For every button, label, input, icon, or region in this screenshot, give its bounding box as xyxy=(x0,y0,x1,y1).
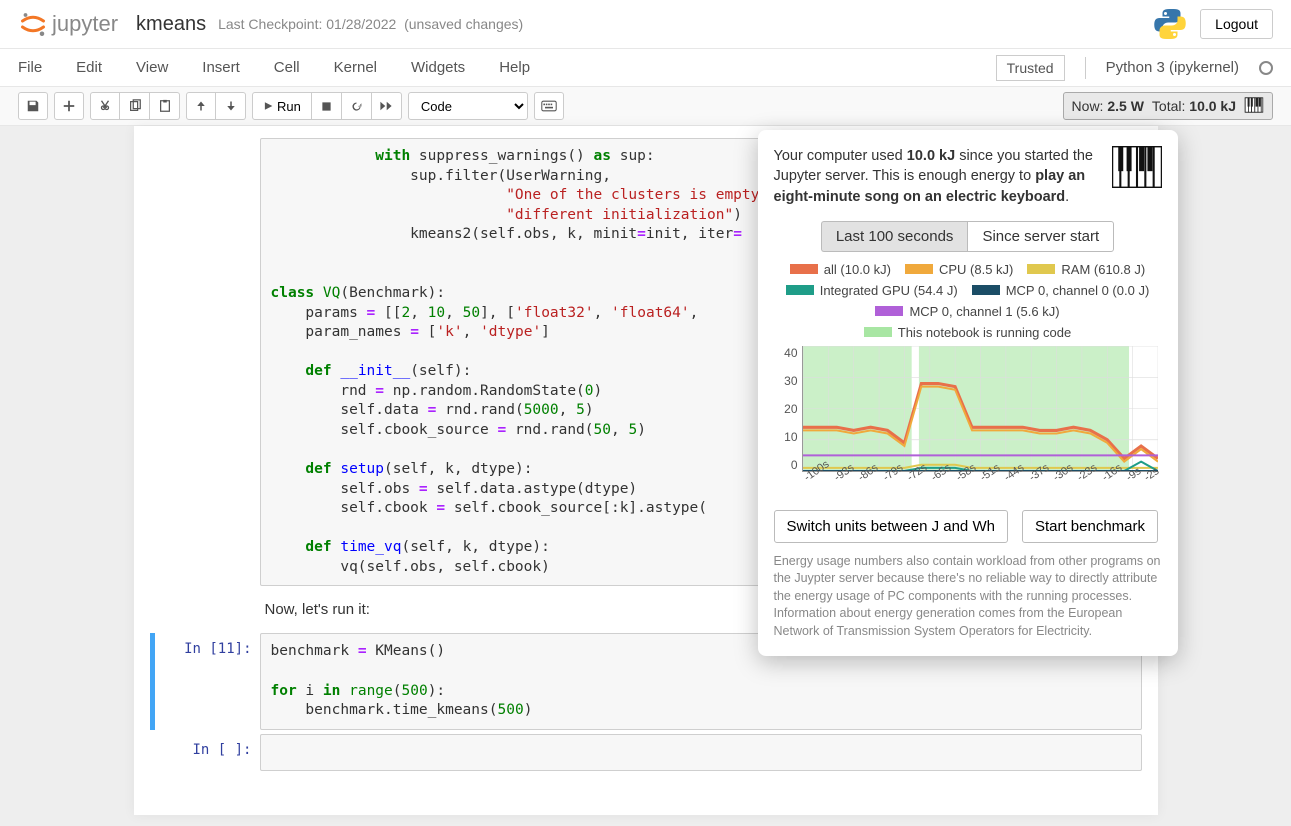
menu-file[interactable]: File xyxy=(18,59,42,76)
trusted-badge[interactable]: Trusted xyxy=(996,55,1065,81)
fast-forward-button[interactable] xyxy=(372,92,402,120)
python-logo-icon xyxy=(1152,6,1188,42)
kernel-separator xyxy=(1085,57,1086,79)
code-cell-empty[interactable]: In [ ]: xyxy=(150,734,1142,772)
kernel-name[interactable]: Python 3 (ipykernel) xyxy=(1106,59,1239,76)
switch-units-button[interactable]: Switch units between J and Wh xyxy=(774,510,1008,543)
menu-items: File Edit View Insert Cell Kernel Widget… xyxy=(18,59,530,76)
code-editor[interactable] xyxy=(261,735,1141,771)
command-palette-button[interactable] xyxy=(534,92,564,120)
logo-text: jupyter xyxy=(52,11,118,37)
energy-chart: 403020100 -100s-93s-86s-79s-72s-65s-58s-… xyxy=(774,346,1162,496)
logout-button[interactable]: Logout xyxy=(1200,9,1273,39)
checkpoint-text: Last Checkpoint: 01/28/2022 (unsaved cha… xyxy=(218,16,523,32)
popup-summary: Your computer used 10.0 kJ since you sta… xyxy=(774,146,1100,207)
run-button[interactable]: Run xyxy=(252,92,312,120)
cell-prompt xyxy=(150,590,260,629)
markdown-text: Now, let's run it: xyxy=(265,601,370,618)
menu-kernel[interactable]: Kernel xyxy=(334,59,377,76)
notebook: with suppress_warnings() as sup: sup.fil… xyxy=(134,126,1158,815)
menu-view[interactable]: View xyxy=(136,59,168,76)
stop-button[interactable] xyxy=(312,92,342,120)
menu-cell[interactable]: Cell xyxy=(274,59,300,76)
tab-last-100s[interactable]: Last 100 seconds xyxy=(821,221,968,252)
menubar: File Edit View Insert Cell Kernel Widget… xyxy=(0,49,1291,87)
tab-since-start[interactable]: Since server start xyxy=(967,221,1114,252)
cell-type-select[interactable]: Code xyxy=(408,92,528,120)
popup-footer: Energy usage numbers also contain worklo… xyxy=(774,553,1162,641)
chart-legend: all (10.0 kJ) CPU (8.5 kJ) RAM (610.8 J) In… xyxy=(774,262,1162,340)
piano-icon xyxy=(1244,97,1264,116)
start-benchmark-button[interactable]: Start benchmark xyxy=(1022,510,1158,543)
move-up-button[interactable] xyxy=(186,92,216,120)
menu-edit[interactable]: Edit xyxy=(76,59,102,76)
toolbar: Run Code Now: 2.5 W Total: 10.0 kJ xyxy=(0,87,1291,126)
header: jupyter kmeans Last Checkpoint: 01/28/20… xyxy=(0,0,1291,49)
notebook-title[interactable]: kmeans xyxy=(136,13,206,36)
save-button[interactable] xyxy=(18,92,48,120)
energy-status[interactable]: Now: 2.5 W Total: 10.0 kJ xyxy=(1063,92,1273,120)
cell-prompt xyxy=(150,138,260,586)
copy-button[interactable] xyxy=(120,92,150,120)
menu-insert[interactable]: Insert xyxy=(202,59,240,76)
add-cell-button[interactable] xyxy=(54,92,84,120)
legend-item[interactable]: all (10.0 kJ) xyxy=(790,262,891,277)
legend-item[interactable]: CPU (8.5 kJ) xyxy=(905,262,1013,277)
legend-item[interactable]: MCP 0, channel 0 (0.0 J) xyxy=(972,283,1150,298)
kernel-status-icon xyxy=(1259,61,1273,75)
energy-popup: Your computer used 10.0 kJ since you sta… xyxy=(758,130,1178,656)
legend-item[interactable]: MCP 0, channel 1 (5.6 kJ) xyxy=(875,304,1059,319)
legend-item[interactable]: This notebook is running code xyxy=(864,325,1071,340)
menu-widgets[interactable]: Widgets xyxy=(411,59,465,76)
popup-tabs: Last 100 seconds Since server start xyxy=(774,221,1162,252)
jupyter-logo[interactable]: jupyter xyxy=(18,9,118,39)
cut-button[interactable] xyxy=(90,92,120,120)
restart-button[interactable] xyxy=(342,92,372,120)
legend-item[interactable]: RAM (610.8 J) xyxy=(1027,262,1145,277)
cell-prompt: In [ ]: xyxy=(150,734,260,772)
piano-icon xyxy=(1112,146,1162,192)
cell-prompt: In [11]: xyxy=(155,633,260,729)
paste-button[interactable] xyxy=(150,92,180,120)
legend-item[interactable]: Integrated GPU (54.4 J) xyxy=(786,283,958,298)
menu-help[interactable]: Help xyxy=(499,59,530,76)
move-down-button[interactable] xyxy=(216,92,246,120)
jupyter-logo-icon xyxy=(18,9,48,39)
